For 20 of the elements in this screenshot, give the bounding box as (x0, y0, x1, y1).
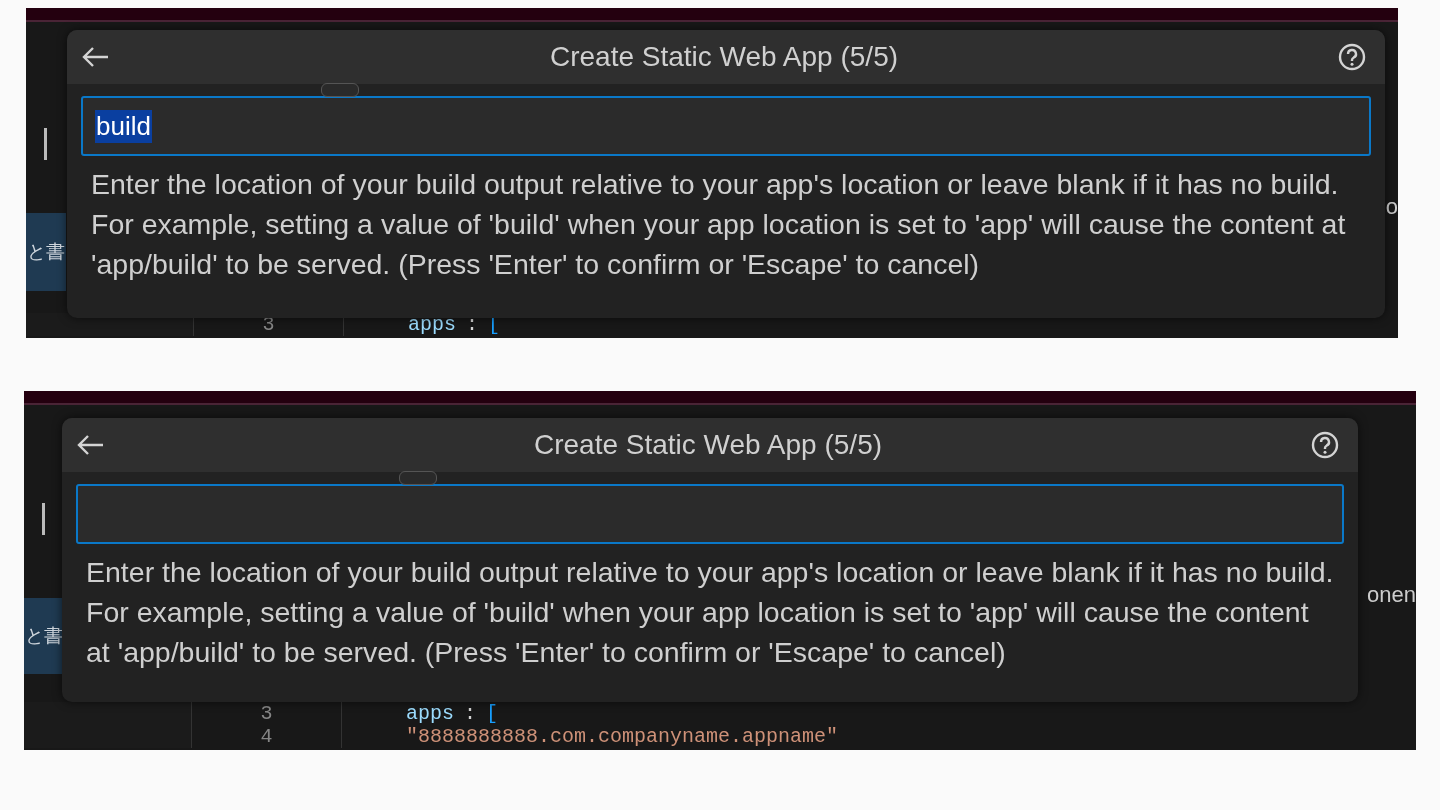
code-token: : (466, 313, 479, 336)
drag-handle[interactable] (399, 471, 437, 485)
input-value: build (95, 109, 152, 143)
description-text: Enter the location of your build output relative to your app's location or leave blank if it has no build. For example, setting a value of 'build' when your app location is set to 'app' will cause the content at 'app/build' to be served. (Press 'Enter' to confirm or 'Escape' to cancel) (85, 555, 1335, 670)
editor-text: onen (1367, 582, 1416, 608)
editor-text: o (1385, 194, 1398, 220)
line-number: 4 (192, 725, 342, 748)
sidebar-tab[interactable]: と書 (24, 598, 64, 674)
input-field[interactable]: build (81, 96, 1371, 156)
input-field[interactable] (76, 484, 1344, 544)
description-text: Enter the location of your build output relative to your app's location or leave blank if it has no build. For example, setting a value of 'build' when your app location is set to 'app' will cause the content at 'app/build' to be served. (Press 'Enter' to confirm or 'Escape' to cancel) (90, 167, 1347, 282)
code-token: apps (406, 702, 454, 725)
code-token: apps (408, 313, 456, 336)
drag-handle[interactable] (321, 83, 359, 97)
dialog-title: Create Static Web App (5/5) (549, 41, 899, 73)
code-token: : (464, 702, 477, 725)
dialog-title: Create Static Web App (5/5) (533, 429, 883, 461)
sidebar-tab[interactable]: と書 (26, 213, 66, 291)
code-token: "8888888888.com.companyname.appname" (406, 725, 839, 748)
code-token: [ (486, 702, 499, 725)
